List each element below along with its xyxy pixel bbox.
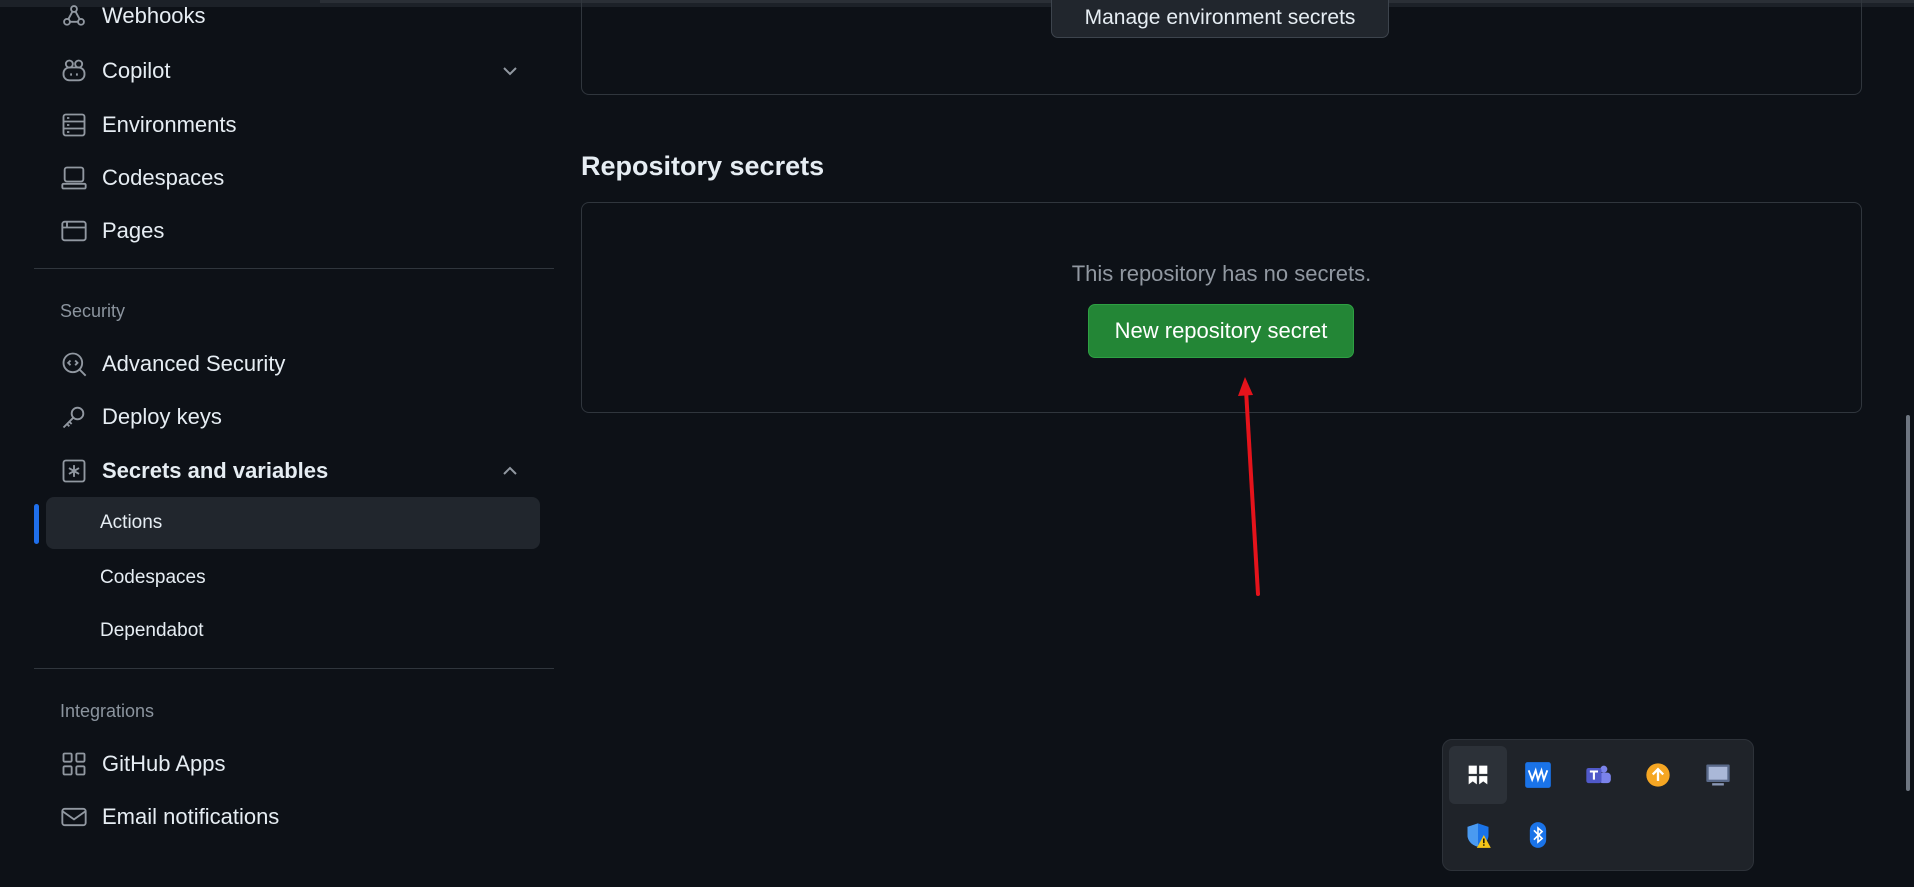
annotation-arrow [1238, 377, 1260, 596]
sidebar-item-codespaces[interactable]: Codespaces [60, 158, 550, 198]
sidebar-item-copilot[interactable]: Copilot [60, 51, 550, 91]
sidebar-item-label: Secrets and variables [102, 458, 329, 483]
sidebar-item-webhooks[interactable]: Webhooks [60, 0, 550, 36]
section-heading-security: Security [60, 301, 126, 321]
page-section-title: Repository secrets [581, 151, 825, 181]
active-indicator [34, 504, 39, 544]
sidebar-item-label: Copilot [102, 58, 171, 83]
display-icon[interactable] [1689, 746, 1747, 804]
section-heading-integrations: Integrations [60, 701, 155, 721]
manage-environment-secrets-button[interactable]: Manage environment secrets [1051, 0, 1389, 38]
copilot-icon [60, 57, 88, 85]
settings-sidebar: Webhooks Copilot Environments Codespaces… [34, 0, 554, 887]
key-icon [60, 403, 88, 431]
scrollbar-thumb[interactable] [1906, 415, 1910, 791]
sidebar-item-environments[interactable]: Environments [60, 105, 550, 145]
sidebar-item-advanced-security[interactable]: Advanced Security [60, 344, 550, 384]
sidebar-item-github-apps[interactable]: GitHub Apps [60, 744, 550, 784]
sidebar-item-label: Environments [102, 112, 237, 137]
apps-icon [60, 750, 88, 778]
waves-icon[interactable] [1509, 746, 1567, 804]
chevron-up-icon[interactable] [500, 461, 520, 481]
sidebar-item-label: Codespaces [102, 165, 225, 190]
webhook-icon [60, 2, 88, 30]
empty-state-message: This repository has no secrets. [1071, 261, 1372, 286]
sidebar-subitem-actions[interactable]: Actions [100, 512, 162, 534]
sidebar-item-label: Advanced Security [102, 351, 286, 376]
sidebar-divider [34, 668, 554, 669]
sidebar-subitem-codespaces[interactable]: Codespaces [100, 567, 206, 589]
teams-icon[interactable] [1569, 746, 1627, 804]
codescan-icon [60, 350, 88, 378]
system-tray-overflow [1442, 739, 1754, 871]
codespaces-icon [60, 164, 88, 192]
mail-icon [60, 803, 88, 831]
server-icon [60, 111, 88, 139]
sidebar-item-deploy-keys[interactable]: Deploy keys [60, 397, 550, 437]
bluetooth-icon[interactable] [1509, 806, 1567, 864]
sidebar-item-label: Email notifications [102, 804, 280, 829]
update-icon[interactable] [1629, 746, 1687, 804]
snipping-icon[interactable] [1449, 746, 1507, 804]
sidebar-item-email-notifications[interactable]: Email notifications [60, 797, 550, 837]
browser-icon [60, 217, 88, 245]
sidebar-divider [34, 268, 554, 269]
sidebar-item-secrets-and-variables[interactable]: Secrets and variables [60, 451, 550, 491]
sidebar-subitem-dependabot[interactable]: Dependabot [100, 620, 204, 642]
new-repository-secret-button[interactable]: New repository secret [1088, 304, 1354, 358]
chevron-down-icon[interactable] [500, 61, 520, 81]
defender-warning-icon[interactable] [1449, 806, 1507, 864]
sidebar-item-label: Pages [102, 218, 165, 243]
sidebar-item-label: GitHub Apps [102, 751, 226, 776]
asterisk-icon [60, 457, 88, 485]
sidebar-item-label: Webhooks [102, 3, 206, 28]
sidebar-item-pages[interactable]: Pages [60, 211, 550, 251]
sidebar-item-label: Deploy keys [102, 404, 222, 429]
